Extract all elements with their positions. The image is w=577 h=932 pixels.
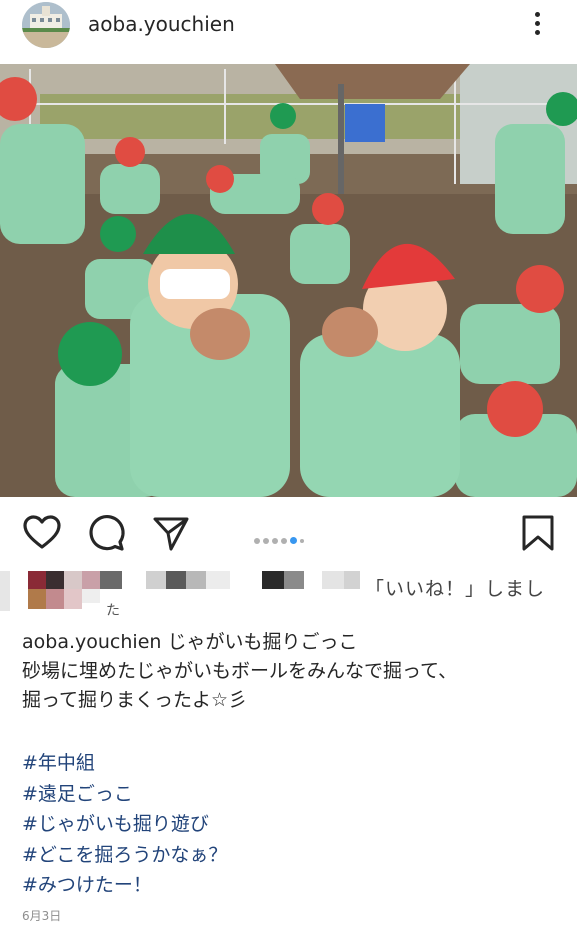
blurred-liker-names [0, 571, 360, 611]
like-heart-icon[interactable] [22, 513, 62, 553]
more-options-icon[interactable] [522, 8, 552, 40]
save-bookmark-icon[interactable] [518, 513, 558, 553]
profile-avatar[interactable] [22, 2, 70, 48]
caption-title: じゃがいも掘りごっこ [161, 631, 358, 653]
post-photo[interactable] [0, 64, 577, 497]
caption-line: 砂場に埋めたじゃがいもボールをみんなで掘って、 [22, 660, 458, 682]
carousel-dot [263, 537, 269, 544]
hashtag-link[interactable]: #どこを掘ろうかなぁ？ [22, 840, 227, 871]
comment-bubble-icon[interactable] [86, 513, 126, 553]
carousel-dot [281, 537, 287, 544]
caption-line: 掘って掘りまくったよ☆彡 [22, 689, 248, 711]
hashtag-link[interactable]: #遠足ごっこ [22, 779, 227, 810]
hashtag-link[interactable]: #みつけたー！ [22, 870, 227, 901]
hashtag-link[interactable]: #年中組 [22, 748, 227, 779]
share-paper-plane-icon[interactable] [151, 513, 191, 553]
action-bar [0, 507, 577, 563]
carousel-dot [272, 537, 278, 544]
carousel-dot-active [290, 537, 297, 544]
likes-row[interactable]: 「いいね！」しまし [0, 565, 577, 625]
post-caption: aoba.youchien じゃがいも掘りごっこ 砂場に埋めたじゃがいもボールを… [22, 628, 562, 715]
likes-text-tail: た [106, 603, 120, 619]
hashtag-list: #年中組 #遠足ごっこ #じゃがいも掘り遊び #どこを掘ろうかなぁ？ #みつけた… [22, 748, 227, 901]
post-header: aoba.youchien [0, 0, 577, 52]
carousel-dot [254, 537, 260, 544]
hashtag-link[interactable]: #じゃがいも掘り遊び [22, 809, 227, 840]
post-username[interactable]: aoba.youchien [88, 12, 235, 36]
post-date: 6月3日 [22, 909, 62, 923]
caption-username[interactable]: aoba.youchien [22, 631, 161, 653]
carousel-dot [300, 538, 304, 543]
likes-text: 「いいね！」しまし [365, 578, 546, 600]
carousel-indicator [254, 530, 307, 544]
